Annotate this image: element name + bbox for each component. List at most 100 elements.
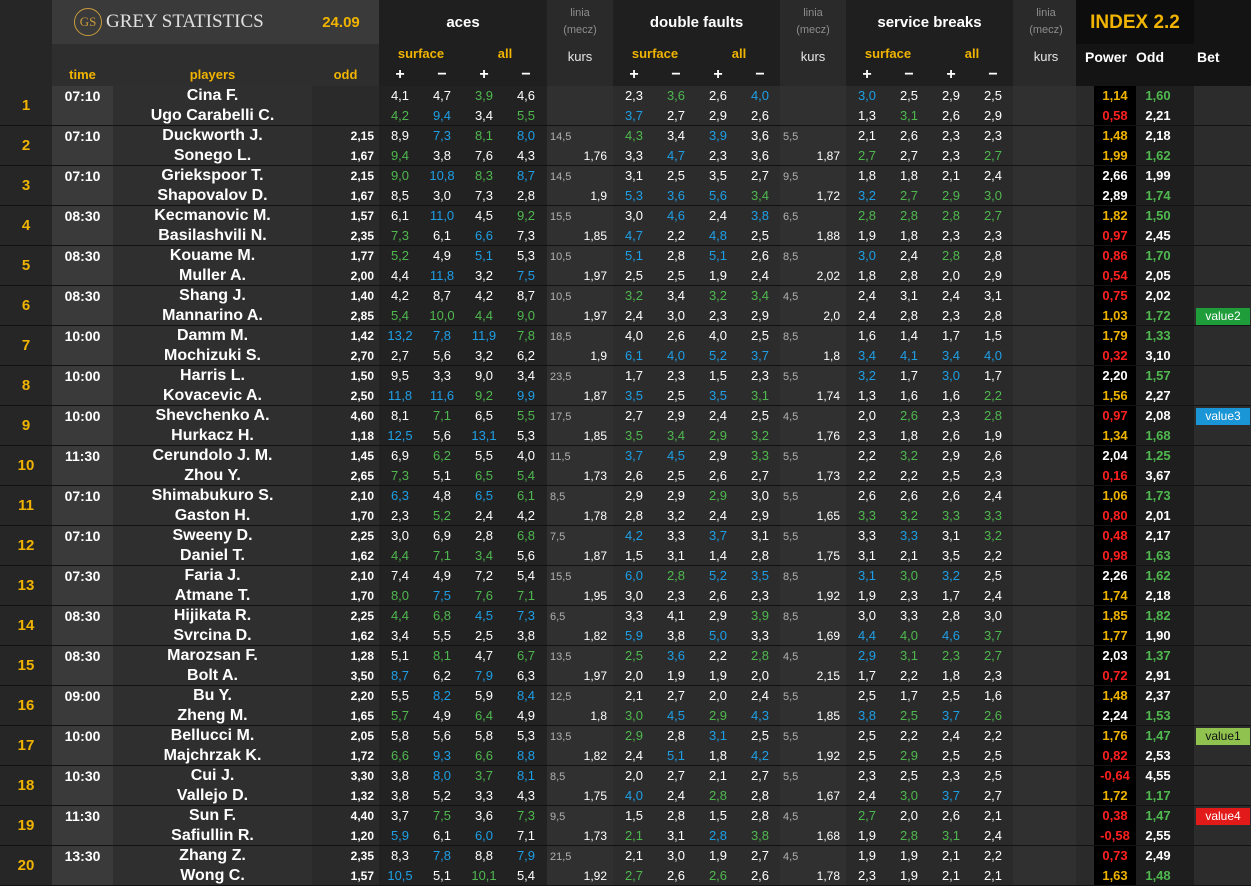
player-odd: 2,10	[350, 569, 374, 583]
index-odd-value: 1,62	[1145, 148, 1171, 163]
double-faults-stat-value: 3,1	[666, 828, 686, 843]
service-breaks-stat-value: 2,9	[983, 108, 1003, 123]
service-breaks-stat-value: 2,5	[857, 748, 877, 763]
double-faults-stat-value: 2,5	[624, 268, 644, 283]
service-breaks-line-value	[1016, 688, 1076, 706]
double-faults-linia-label: linia	[803, 7, 823, 19]
double-faults-stat-value: 3,4	[750, 288, 770, 303]
power-value: 2,89	[1102, 188, 1128, 203]
player-odd: 1,45	[350, 449, 374, 463]
service-breaks-stat-value: 4,6	[941, 628, 961, 643]
aces-stat-value: 3,4	[474, 548, 494, 563]
match-time: 07:10	[64, 128, 101, 144]
power-value: 1,34	[1102, 428, 1128, 443]
service-breaks-stat-value: 1,6	[857, 328, 877, 343]
aces-line-value: 13,5	[550, 651, 572, 663]
player-odd: 2,25	[350, 609, 374, 623]
double-faults-stat-value: 2,8	[708, 828, 728, 843]
aces-stat-value: 11,9	[471, 328, 497, 343]
bet-badge[interactable]: value4	[1196, 808, 1250, 825]
player-name: Cerundolo J. M.	[152, 447, 273, 464]
aces-stat-value: 8,5	[390, 188, 410, 203]
player-name: Shimabukuro S.	[151, 487, 274, 504]
service-breaks-stat-value: 3,1	[899, 288, 919, 303]
bet-badge[interactable]: value2	[1196, 308, 1250, 325]
aces-stat-value: 7,3	[516, 608, 536, 623]
double-faults-stat-value: 3,0	[666, 308, 686, 323]
row-number: 4	[21, 217, 31, 234]
index-odd-value: 2,37	[1145, 688, 1171, 703]
aces-stat-value: 7,3	[474, 188, 494, 203]
double-faults-stat-value: 2,7	[666, 108, 686, 123]
aces-line-value: 21,5	[550, 851, 572, 863]
aces-stat-value: 3,2	[474, 348, 494, 363]
service-breaks-stat-value: 1,8	[857, 268, 877, 283]
double-faults-stat-value: 3,6	[666, 188, 686, 203]
double-faults-stat-value: 2,6	[708, 468, 728, 483]
service-breaks-stat-value: 1,9	[899, 868, 919, 883]
aces-stat-value: 5,3	[516, 248, 536, 263]
double-faults-stat-value: 3,8	[666, 628, 686, 643]
aces-stat-value: 9,2	[474, 388, 494, 403]
double-faults-stat-value: 4,7	[624, 228, 644, 243]
double-faults-stat-value: 3,8	[750, 828, 770, 843]
aces-stat-value: 4,2	[474, 288, 494, 303]
aces-stat-value: 4,4	[390, 548, 410, 563]
service-breaks-stat-value: 2,3	[941, 148, 961, 163]
match-time: 11:30	[64, 808, 101, 824]
service-breaks-line-value	[1016, 368, 1076, 386]
aces-stat-value: 5,4	[516, 868, 536, 883]
service-breaks-stat-value: 2,8	[899, 828, 919, 843]
double-faults-minus-label: −	[755, 66, 765, 83]
power-value: 2,66	[1102, 168, 1128, 183]
statistics-sheet: GS GREY STATISTICS 24.09 aces double faults s…	[0, 0, 1251, 886]
double-faults-minus-label: −	[671, 66, 681, 83]
player-odd: 1,32	[350, 789, 374, 803]
service-breaks-stat-value: 2,6	[899, 128, 919, 143]
aces-stat-value: 6,1	[516, 488, 536, 503]
double-faults-stat-value: 2,3	[750, 368, 770, 383]
aces-line-value: 10,5	[550, 291, 572, 303]
service-breaks-stat-value: 3,3	[983, 508, 1003, 523]
double-faults-kurs-value: 1,68	[816, 829, 840, 843]
service-breaks-plus-label: +	[946, 66, 956, 83]
double-faults-stat-value: 4,5	[666, 448, 686, 463]
double-faults-kurs-column	[780, 86, 846, 886]
service-breaks-stat-value: 2,3	[857, 768, 877, 783]
double-faults-stat-value: 4,2	[624, 528, 644, 543]
aces-stat-value: 3,4	[516, 368, 536, 383]
double-faults-stat-value: 1,9	[666, 668, 686, 683]
aces-minus-label: −	[521, 66, 531, 83]
index-odd-value: 1,68	[1145, 428, 1171, 443]
service-breaks-stat-value: 3,3	[857, 508, 877, 523]
aces-line-value: 11,5	[550, 451, 571, 463]
row-number: 16	[17, 697, 35, 714]
service-breaks-stat-value: 2,7	[983, 648, 1003, 663]
service-breaks-stat-value: 2,3	[983, 468, 1003, 483]
double-faults-stat-value: 2,4	[708, 408, 728, 423]
service-breaks-stat-value: 2,3	[941, 228, 961, 243]
double-faults-stat-value: 2,5	[666, 168, 686, 183]
row-number: 2	[21, 137, 31, 154]
aces-kurs-value: 1,87	[583, 549, 607, 563]
aces-stat-value: 4,6	[516, 88, 536, 103]
aces-stat-value: 3,8	[390, 768, 410, 783]
power-value: 1,77	[1102, 628, 1128, 643]
double-faults-stat-value: 2,1	[624, 828, 644, 843]
aces-kurs-label: kurs	[567, 49, 593, 64]
bet-badge[interactable]: value1	[1196, 728, 1250, 745]
service-breaks-stat-value: 4,0	[983, 348, 1003, 363]
service-breaks-stat-value: 3,0	[899, 568, 919, 583]
bet-badge[interactable]: value3	[1196, 408, 1250, 425]
aces-stat-value: 9,4	[390, 148, 410, 163]
aces-stat-value: 10,5	[387, 868, 413, 883]
double-faults-stat-value: 2,5	[666, 388, 686, 403]
double-faults-stat-value: 2,6	[666, 868, 686, 883]
double-faults-stat-value: 5,1	[624, 248, 644, 263]
service-breaks-stat-value: 3,3	[899, 608, 919, 623]
double-faults-stat-value: 3,8	[750, 208, 770, 223]
match-time: 08:30	[64, 608, 101, 624]
double-faults-stat-value: 3,2	[750, 428, 770, 443]
service-breaks-stat-value: 1,8	[857, 168, 877, 183]
player-odd: 2,35	[350, 229, 374, 243]
